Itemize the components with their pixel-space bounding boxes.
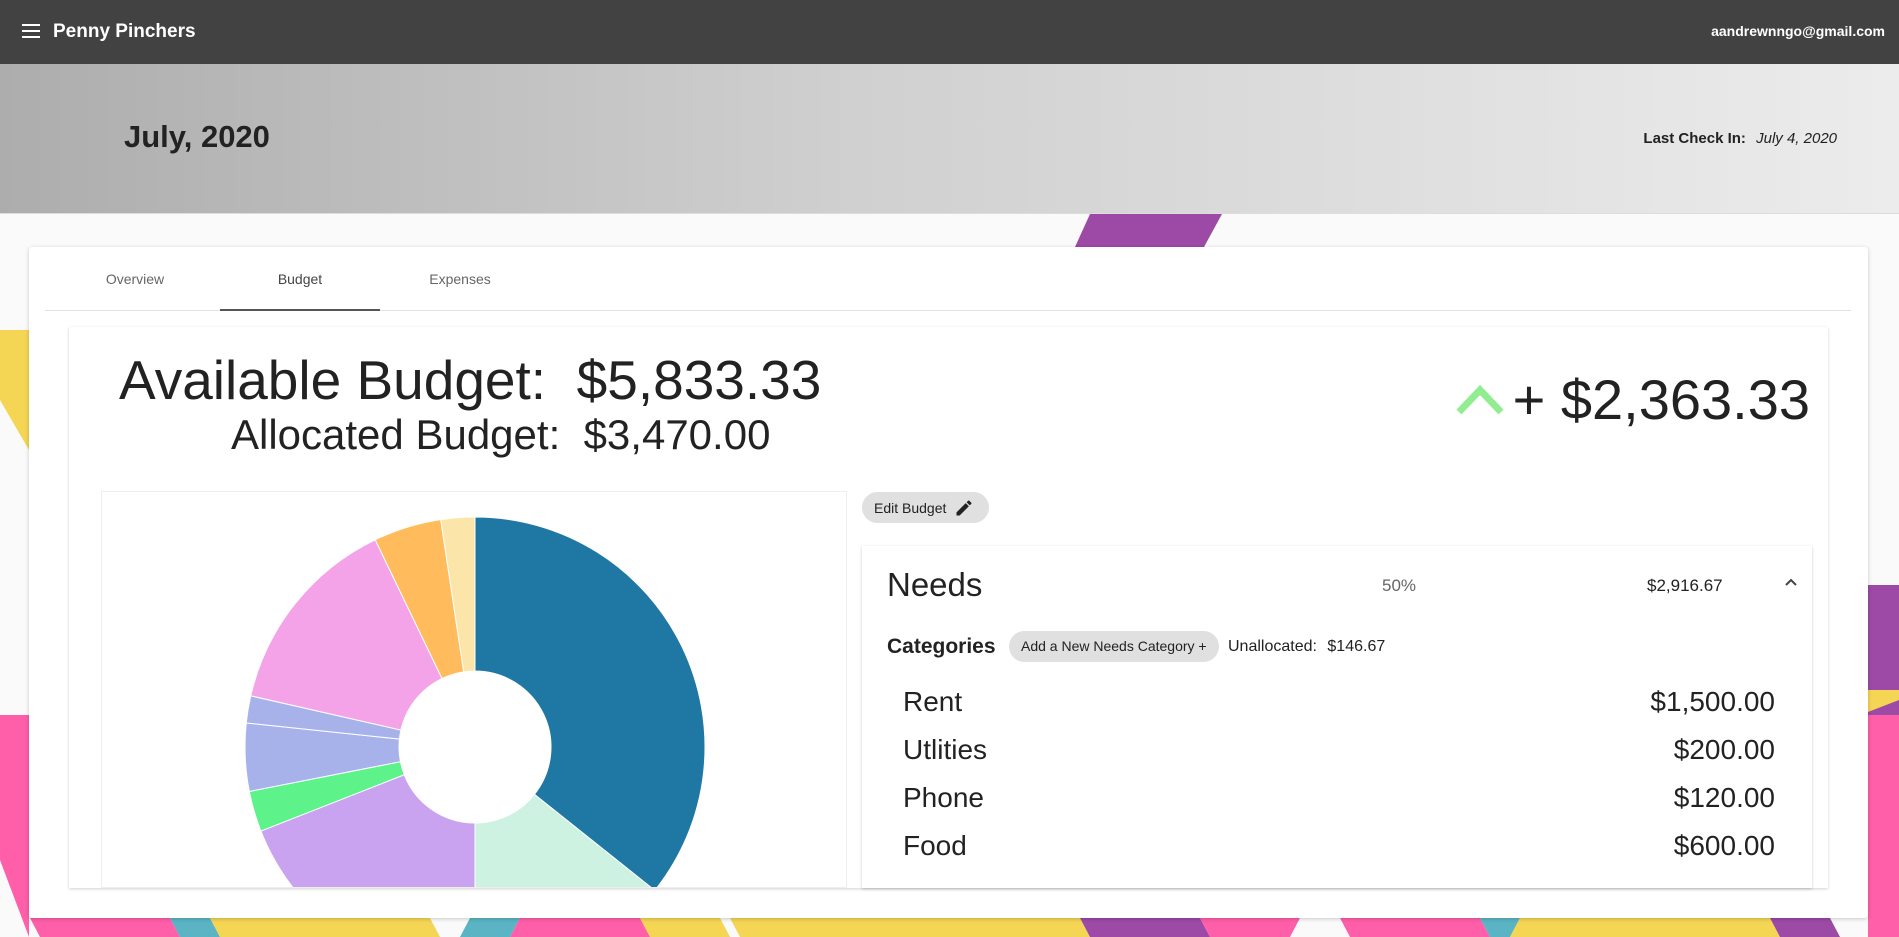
add-needs-category-button[interactable]: Add a New Needs Category +	[1009, 631, 1219, 662]
app-title[interactable]: Penny Pinchers	[53, 21, 196, 43]
needs-amount: $2,916.67	[1647, 576, 1723, 595]
tab-overview[interactable]: Overview	[55, 247, 215, 311]
allocated-budget-value: $3,470.00	[583, 411, 771, 458]
category-amount: $600.00	[1673, 830, 1775, 861]
unallocated-value: $146.67	[1327, 638, 1386, 655]
category-name: Food	[903, 830, 967, 861]
list-item[interactable]: Phone $120.00	[903, 782, 1775, 822]
user-email[interactable]: aandrewnngo@gmail.com	[1711, 23, 1885, 39]
month-title: July, 2020	[124, 119, 270, 154]
chevron-up-collapse-icon[interactable]	[1782, 574, 1800, 592]
available-budget: Available Budget: $5,833.33	[119, 348, 821, 412]
pie-chart-svg	[244, 516, 706, 887]
budget-difference-value: + $2,363.33	[1512, 368, 1810, 431]
last-check-in: Last Check In: July 4, 2020	[1643, 130, 1837, 147]
month-banner: July, 2020 Last Check In: July 4, 2020	[0, 64, 1899, 214]
categories-label: Categories	[887, 635, 996, 658]
category-amount: $120.00	[1673, 782, 1775, 813]
last-check-in-value: July 4, 2020	[1756, 130, 1837, 147]
category-amount: $200.00	[1673, 734, 1775, 765]
unallocated-label: Unallocated:	[1228, 638, 1317, 655]
edit-budget-button[interactable]: Edit Budget	[862, 492, 989, 523]
budget-difference: + $2,363.33	[1455, 367, 1810, 432]
unallocated: Unallocated: $146.67	[1228, 638, 1385, 656]
category-amount: $1,500.00	[1650, 686, 1775, 717]
needs-title[interactable]: Needs	[887, 566, 982, 604]
allocated-budget: Allocated Budget: $3,470.00	[231, 411, 770, 459]
tab-expenses[interactable]: Expenses	[380, 247, 540, 311]
budget-card: Available Budget: $5,833.33 Allocated Bu…	[69, 327, 1828, 888]
budget-pie-chart	[101, 491, 847, 888]
app-bar: Penny Pinchers aandrewnngo@gmail.com	[0, 0, 1899, 64]
chevron-up-icon	[1456, 384, 1504, 414]
last-check-in-label: Last Check In:	[1643, 130, 1746, 147]
allocated-budget-label: Allocated Budget:	[231, 411, 561, 458]
needs-percent: 50%	[1382, 576, 1417, 595]
available-budget-value: $5,833.33	[576, 349, 822, 411]
list-item[interactable]: Utlities $200.00	[903, 734, 1775, 774]
list-item[interactable]: Food $600.00	[903, 830, 1775, 870]
category-name: Utlities	[903, 734, 988, 765]
tab-budget[interactable]: Budget	[220, 247, 380, 311]
category-name: Rent	[903, 686, 963, 717]
needs-panel: Needs 50% $2,916.67 Categories Add a New…	[862, 546, 1812, 888]
main-card: Overview Budget Expenses Available Budge…	[29, 247, 1868, 918]
tab-bar: Overview Budget Expenses	[45, 247, 1851, 311]
list-item[interactable]: Rent $1,500.00	[903, 686, 1775, 726]
available-budget-label: Available Budget:	[119, 349, 547, 411]
hamburger-menu-icon[interactable]	[22, 24, 42, 40]
category-name: Phone	[903, 782, 984, 813]
edit-budget-label: Edit Budget	[874, 499, 947, 516]
pencil-icon	[956, 499, 972, 515]
